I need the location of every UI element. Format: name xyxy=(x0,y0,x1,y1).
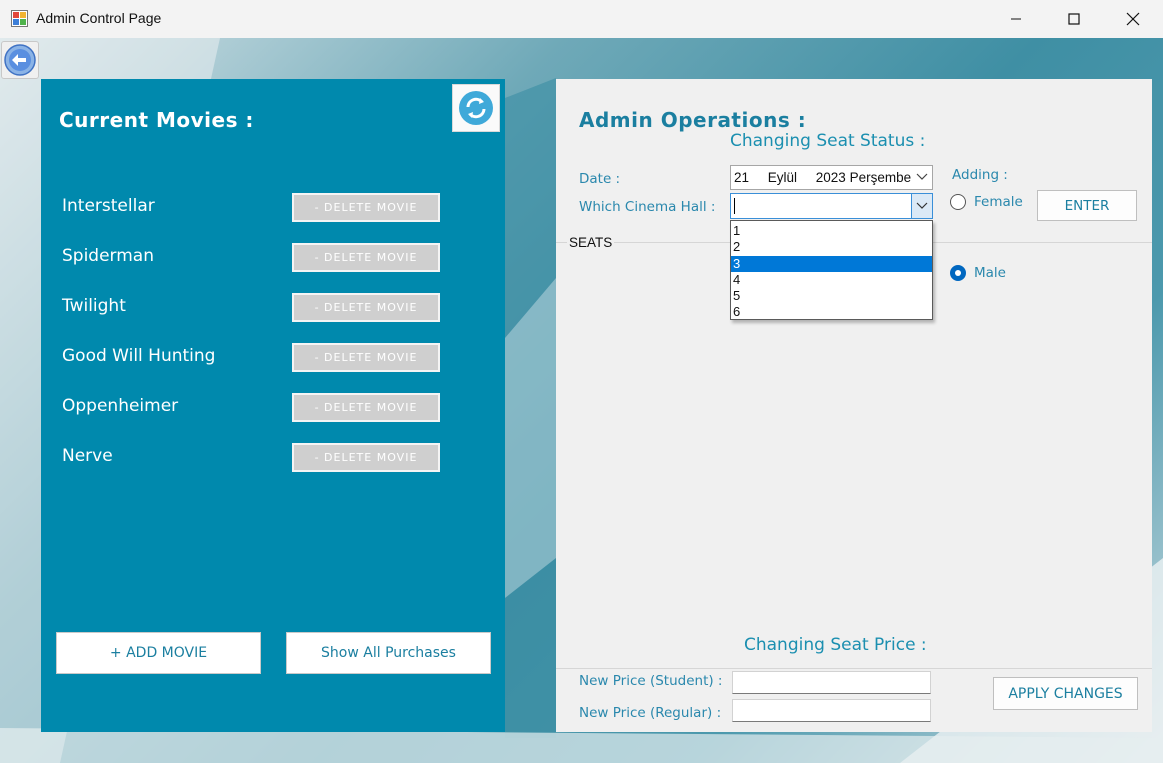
cinema-hall-dropdown-list: 1 2 3 4 5 6 xyxy=(730,220,933,320)
chevron-down-icon xyxy=(916,173,928,180)
current-movies-heading: Current Movies : xyxy=(59,108,254,132)
apply-changes-button[interactable]: APPLY CHANGES xyxy=(993,677,1138,710)
date-picker[interactable]: 21 Eylül 2023 Perşembe xyxy=(730,165,933,190)
current-movies-panel: Current Movies : Interstellar - DELETE M… xyxy=(41,79,505,732)
hall-option[interactable]: 6 xyxy=(731,304,932,320)
add-movie-button[interactable]: + ADD MOVIE xyxy=(56,632,261,674)
admin-operations-panel: Admin Operations : Changing Seat Status … xyxy=(556,79,1152,732)
back-button[interactable] xyxy=(1,41,39,79)
movie-name: Interstellar xyxy=(62,196,155,216)
seat-price-title: Changing Seat Price : xyxy=(744,635,927,655)
date-value: 21 Eylül 2023 Perşembe xyxy=(734,170,912,185)
minimize-icon xyxy=(1011,18,1021,20)
delete-movie-button[interactable]: - DELETE MOVIE xyxy=(292,393,440,422)
show-all-purchases-button[interactable]: Show All Purchases xyxy=(286,632,491,674)
back-arrow-icon xyxy=(4,44,36,76)
movie-name: Twilight xyxy=(62,296,126,316)
female-radio[interactable] xyxy=(950,194,966,210)
maximize-icon xyxy=(1068,13,1080,25)
movie-name: Oppenheimer xyxy=(62,396,179,416)
maximize-button[interactable] xyxy=(1045,0,1103,38)
enter-button[interactable]: ENTER xyxy=(1037,190,1137,221)
chevron-down-icon xyxy=(916,202,928,209)
movie-name: Good Will Hunting xyxy=(62,346,216,366)
hall-option[interactable]: 1 xyxy=(731,223,932,239)
student-price-label: New Price (Student) : xyxy=(579,673,723,689)
regular-price-label: New Price (Regular) : xyxy=(579,705,722,721)
cinema-hall-combobox[interactable] xyxy=(730,193,933,219)
movie-name: Nerve xyxy=(62,446,113,466)
delete-movie-button[interactable]: - DELETE MOVIE xyxy=(292,243,440,272)
admin-operations-heading: Admin Operations : xyxy=(579,108,807,132)
delete-movie-button[interactable]: - DELETE MOVIE xyxy=(292,343,440,372)
cinema-hall-label: Which Cinema Hall : xyxy=(579,199,716,215)
seats-label: SEATS xyxy=(567,235,615,250)
adding-label: Adding : xyxy=(952,167,1008,183)
window-title: Admin Control Page xyxy=(36,10,162,26)
delete-movie-button[interactable]: - DELETE MOVIE xyxy=(292,293,440,322)
cinema-hall-dropdown-button[interactable] xyxy=(911,194,932,218)
hall-option[interactable]: 2 xyxy=(731,239,932,255)
student-price-input[interactable] xyxy=(732,671,931,694)
app-icon xyxy=(11,10,28,27)
hall-option-selected[interactable]: 3 xyxy=(731,255,932,272)
title-bar: Admin Control Page xyxy=(0,0,1163,38)
movie-name: Spiderman xyxy=(62,246,154,266)
text-caret xyxy=(734,198,735,214)
hall-option[interactable]: 4 xyxy=(731,272,932,288)
delete-movie-button[interactable]: - DELETE MOVIE xyxy=(292,193,440,222)
date-label: Date : xyxy=(579,171,621,187)
client-area: Current Movies : Interstellar - DELETE M… xyxy=(0,38,1163,763)
hall-option[interactable]: 5 xyxy=(731,288,932,304)
refresh-icon xyxy=(459,91,493,125)
female-label: Female xyxy=(974,194,1023,210)
close-button[interactable] xyxy=(1104,0,1162,38)
minimize-button[interactable] xyxy=(987,0,1045,38)
regular-price-input[interactable] xyxy=(732,699,931,722)
refresh-button[interactable] xyxy=(452,84,500,132)
close-icon xyxy=(1126,12,1140,26)
delete-movie-button[interactable]: - DELETE MOVIE xyxy=(292,443,440,472)
seat-status-title: Changing Seat Status : xyxy=(730,131,926,151)
